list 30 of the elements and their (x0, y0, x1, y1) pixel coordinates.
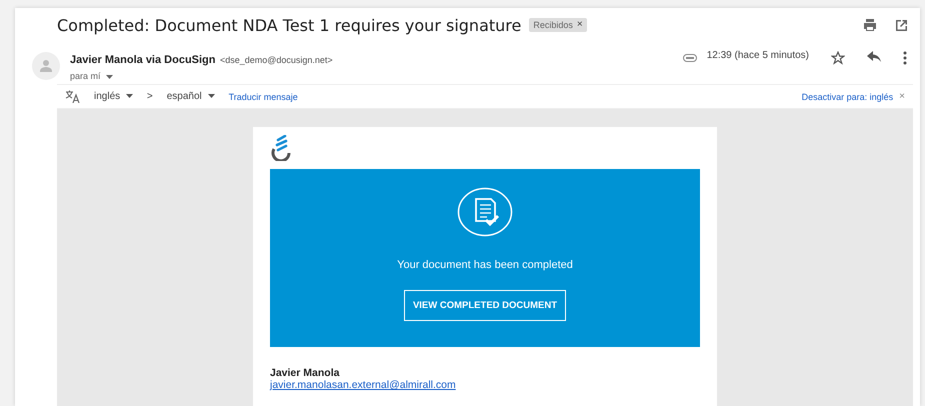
sender-email: <dse_demo@docusign.net> (220, 55, 333, 65)
open-in-new-window-icon[interactable] (895, 18, 908, 32)
translate-icon (65, 90, 80, 103)
logo-icon (270, 135, 292, 161)
disable-translation-link[interactable]: Desactivar para: inglés (802, 92, 894, 102)
label-chip: Recibidos × (529, 18, 587, 32)
avatar-icon (32, 52, 60, 80)
sender-name: Javier Manola via DocuSign (70, 54, 216, 66)
remove-label-button[interactable]: × (576, 20, 583, 30)
more-icon[interactable] (903, 51, 907, 65)
timestamp: 12:39 (hace 5 minutos) (706, 50, 809, 61)
reply-icon[interactable] (867, 51, 881, 62)
star-icon[interactable] (831, 51, 845, 65)
recipient-dropdown[interactable]: para mí (70, 71, 333, 81)
document-check-icon (457, 187, 513, 237)
caret-icon (106, 74, 114, 79)
completion-message: Your document has been completed (397, 259, 573, 271)
arrow-glyph: > (146, 91, 153, 102)
email-subject: Completed: Document NDA Test 1 requires your signature (57, 16, 522, 34)
caret-icon (126, 94, 133, 98)
signer-email-link[interactable]: javier.manolasan.external@almirall.com (270, 379, 456, 391)
attachment-icon (682, 54, 697, 62)
view-document-button[interactable]: VIEW COMPLETED DOCUMENT (404, 290, 566, 321)
caret-icon (208, 94, 215, 98)
source-language-dropdown[interactable]: inglés (94, 91, 133, 102)
target-language-dropdown[interactable]: español (166, 91, 215, 102)
close-translation-button[interactable]: × (899, 91, 905, 102)
translate-message-link[interactable]: Traducir mensaje (228, 92, 298, 102)
print-icon[interactable] (863, 18, 877, 32)
signer-name: Javier Manola (270, 367, 340, 379)
